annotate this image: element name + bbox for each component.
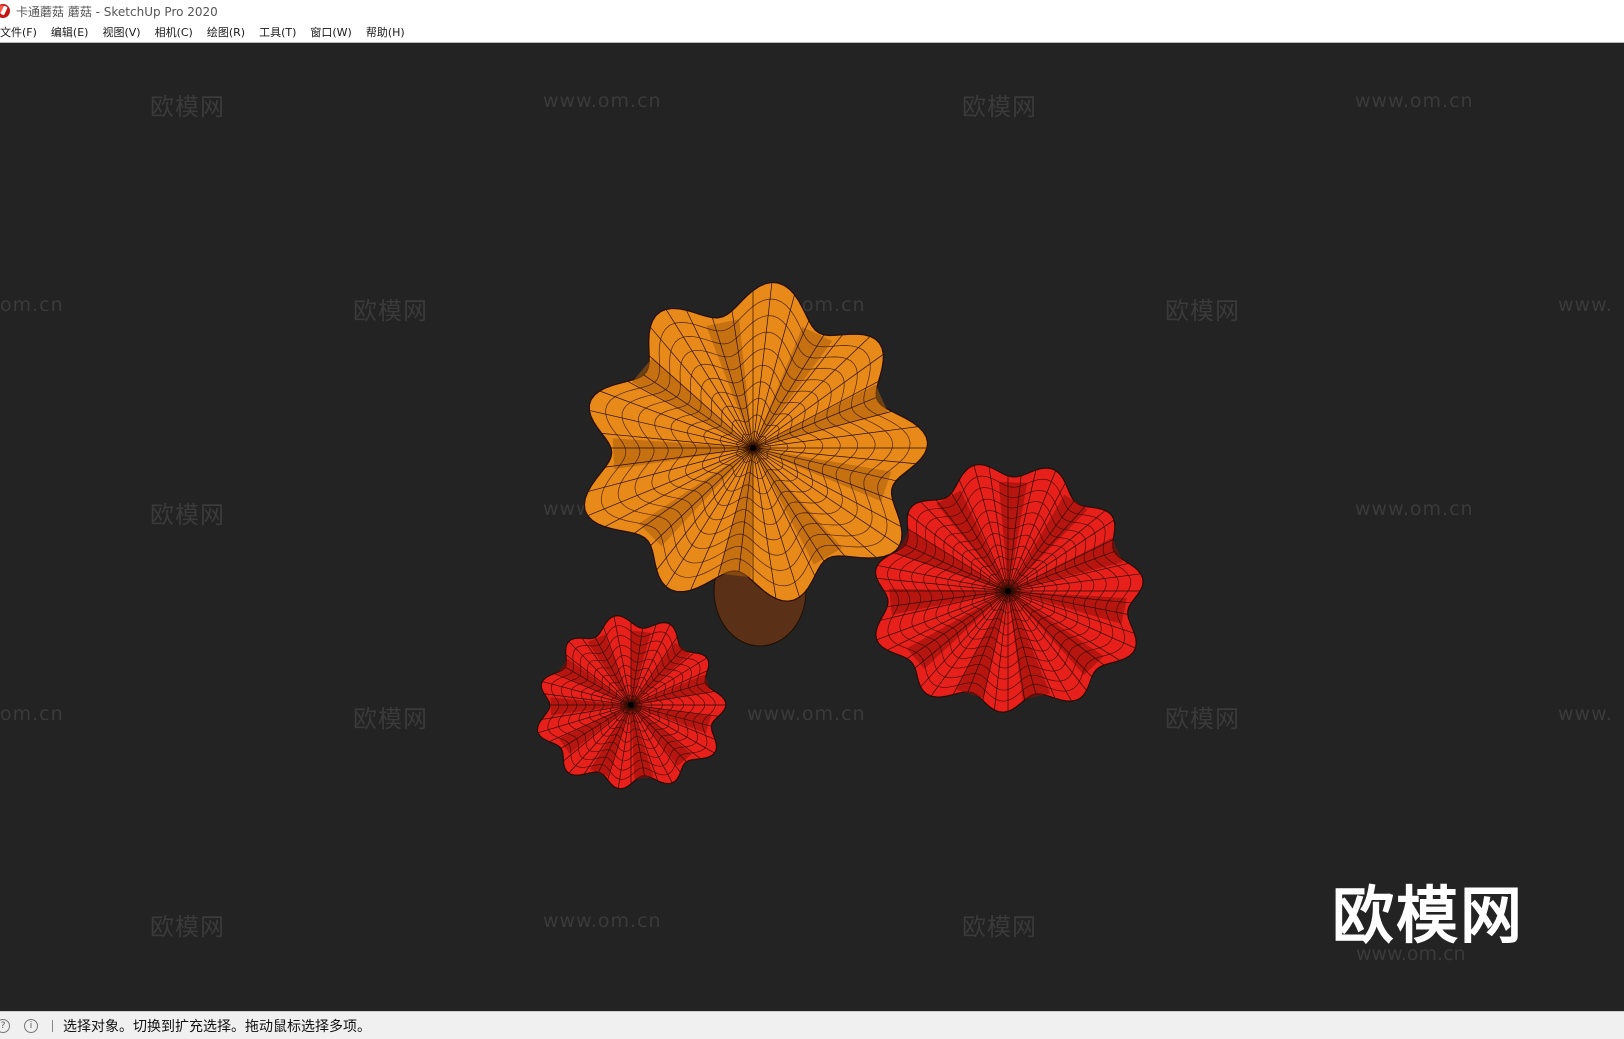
menu-help[interactable]: 帮助(H) <box>359 24 412 40</box>
menu-tools[interactable]: 工具(T) <box>252 24 303 40</box>
help-icon[interactable]: ? <box>0 1018 10 1033</box>
status-message: 选择对象。切换到扩充选择。拖动鼠标选择多项。 <box>63 1018 371 1035</box>
red-mushroom-cap[interactable] <box>874 463 1144 713</box>
menu-camera[interactable]: 相机(C) <box>148 24 200 40</box>
menu-view[interactable]: 视图(V) <box>95 24 147 40</box>
orange-mushroom-cap[interactable] <box>583 281 929 602</box>
small-red-mushroom-cap[interactable] <box>536 615 727 790</box>
watermark-url: www.om.cn <box>1356 943 1466 965</box>
menu-file[interactable]: 文件(F) <box>0 24 44 40</box>
title-bar: 卡通蘑菇 蘑菇 - SketchUp Pro 2020 <box>0 0 1624 22</box>
menu-window[interactable]: 窗口(W) <box>303 24 358 40</box>
sketchup-logo-icon <box>0 4 10 18</box>
watermark-brand-large: 欧模网 <box>1332 879 1525 952</box>
status-divider <box>52 1019 53 1032</box>
info-icon[interactable]: i <box>24 1018 38 1033</box>
window-title: 卡通蘑菇 蘑菇 - SketchUp Pro 2020 <box>16 4 218 19</box>
model-viewport[interactable]: 欧模网 www.om.cn 欧模网 www.om.cn om.cn 欧模网 ww… <box>0 43 1624 1011</box>
menu-draw[interactable]: 绘图(R) <box>200 24 252 40</box>
menu-edit[interactable]: 编辑(E) <box>44 24 96 40</box>
menu-bar: 文件(F) 编辑(E) 视图(V) 相机(C) 绘图(R) 工具(T) 窗口(W… <box>0 22 1624 43</box>
status-bar: ? i 选择对象。切换到扩充选择。拖动鼠标选择多项。 <box>0 1011 1624 1039</box>
